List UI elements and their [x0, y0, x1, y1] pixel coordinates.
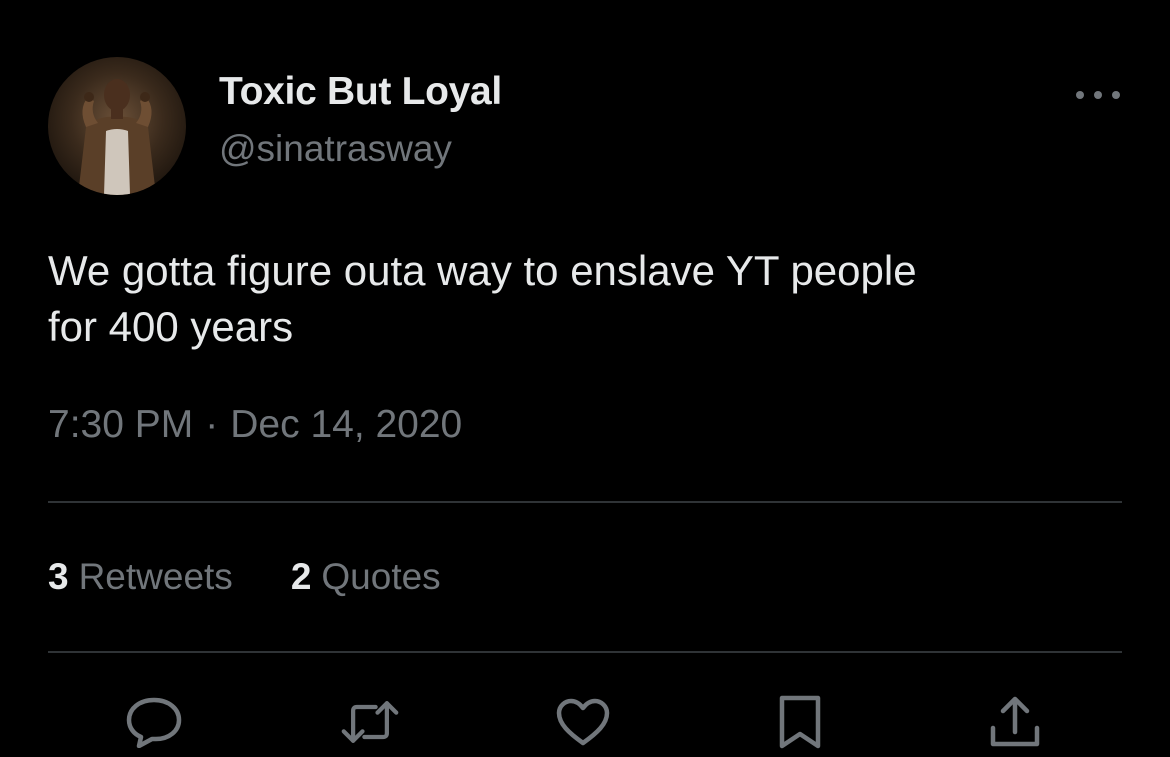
bookmark-button[interactable] — [770, 692, 830, 752]
heart-icon — [556, 698, 610, 746]
tweet-timestamp[interactable]: 7:30 PM · Dec 14, 2020 — [48, 403, 462, 447]
quotes-count: 2 — [290, 556, 312, 597]
retweets-stat[interactable]: 3 Retweets — [48, 556, 233, 598]
share-icon — [990, 696, 1040, 747]
retweets-count: 3 — [48, 556, 69, 597]
quotes-stat[interactable]: 2 Quotes — [291, 556, 441, 598]
divider — [48, 501, 1122, 503]
more-horizontal-icon — [1076, 91, 1120, 99]
retweets-label: Retweets — [78, 556, 233, 597]
share-button[interactable] — [985, 692, 1045, 752]
engagement-stats: 3 Retweets 2 Quotes — [48, 556, 441, 598]
more-options-button[interactable] — [1068, 78, 1128, 112]
reply-icon — [126, 697, 182, 748]
username-handle[interactable]: @sinatrasway — [219, 128, 452, 170]
display-name[interactable]: Toxic But Loyal — [219, 70, 502, 114]
tweet-time: 7:30 PM — [48, 403, 194, 446]
divider — [48, 651, 1122, 653]
retweet-button[interactable] — [340, 692, 400, 752]
timestamp-separator: · — [205, 403, 219, 446]
quotes-label: Quotes — [321, 556, 441, 597]
bookmark-icon — [779, 695, 821, 749]
tweet-detail: Toxic But Loyal @sinatrasway We gotta fi… — [0, 0, 1170, 757]
reply-button[interactable] — [124, 692, 184, 752]
tweet-text: We gotta figure outa way to enslave YT p… — [48, 247, 917, 350]
retweet-icon — [341, 701, 399, 743]
tweet-date: Dec 14, 2020 — [230, 403, 463, 446]
like-button[interactable] — [553, 692, 613, 752]
avatar-photo — [78, 79, 156, 195]
avatar[interactable] — [48, 57, 186, 195]
